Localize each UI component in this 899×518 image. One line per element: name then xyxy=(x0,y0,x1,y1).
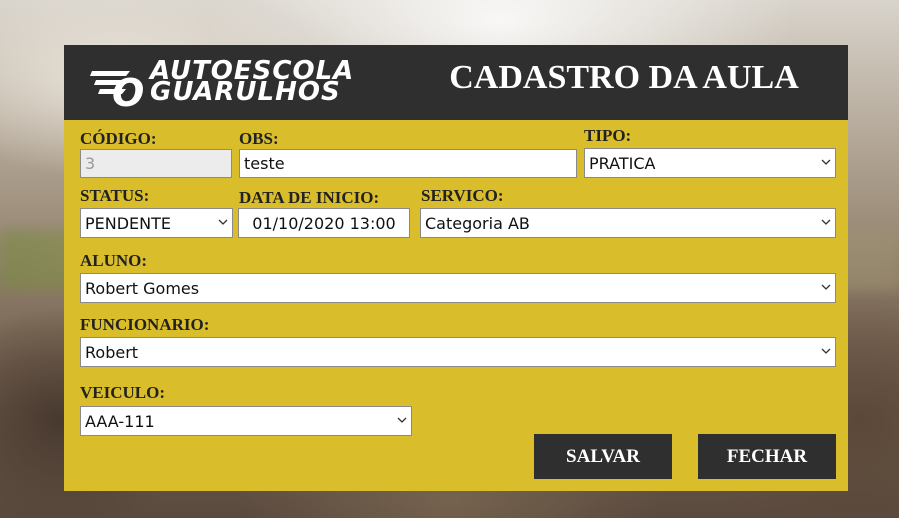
page-title: CADASTRO DA AULA xyxy=(449,59,799,96)
chevron-down-icon xyxy=(821,348,831,354)
funcionario-label: FUNCIONARIO: xyxy=(80,315,210,334)
chevron-down-icon xyxy=(821,284,831,290)
servico-value: Categoria AB xyxy=(425,213,530,233)
obs-label: OBS: xyxy=(239,129,279,148)
tipo-label: TIPO: xyxy=(584,126,632,145)
aluno-select[interactable]: Robert Gomes xyxy=(80,273,836,303)
status-label: STATUS: xyxy=(80,186,150,205)
veiculo-value: AAA-111 xyxy=(85,411,155,431)
servico-select[interactable]: Categoria AB xyxy=(420,208,836,238)
data-inicio-label: DATA DE INICIO: xyxy=(239,188,380,207)
data-inicio-value: 01/10/2020 13:00 xyxy=(252,213,396,233)
close-button[interactable]: FECHAR xyxy=(698,434,836,479)
codigo-field: 3 xyxy=(80,149,232,178)
tipo-select[interactable]: PRATICA xyxy=(584,148,836,178)
funcionario-select[interactable]: Robert xyxy=(80,337,836,367)
chevron-down-icon xyxy=(218,219,228,225)
chevron-down-icon xyxy=(397,417,407,423)
status-select[interactable]: PENDENTE xyxy=(80,208,233,238)
funcionario-value: Robert xyxy=(85,342,139,362)
logo: O AUTOESCOLA GUARULHOS xyxy=(90,55,360,115)
veiculo-label: VEICULO: xyxy=(80,383,166,402)
codigo-label: CÓDIGO: xyxy=(80,129,157,148)
logo-o-mark: O xyxy=(112,71,145,115)
data-inicio-input[interactable]: 01/10/2020 13:00 xyxy=(238,208,410,238)
obs-input[interactable]: teste xyxy=(239,149,577,178)
aluno-label: ALUNO: xyxy=(80,251,148,270)
tipo-value: PRATICA xyxy=(589,153,656,173)
aluno-value: Robert Gomes xyxy=(85,278,200,298)
chevron-down-icon xyxy=(821,219,831,225)
panel-header: O AUTOESCOLA GUARULHOS CADASTRO DA AULA xyxy=(64,45,848,120)
chevron-down-icon xyxy=(821,159,831,165)
obs-value: teste xyxy=(244,154,285,173)
logo-text-line2: GUARULHOS xyxy=(150,77,341,107)
status-value: PENDENTE xyxy=(85,213,172,233)
servico-label: SERVICO: xyxy=(421,186,504,205)
save-button[interactable]: SALVAR xyxy=(534,434,672,479)
lesson-form-panel: O AUTOESCOLA GUARULHOS CADASTRO DA AULA … xyxy=(64,45,848,491)
codigo-value: 3 xyxy=(85,154,96,173)
veiculo-select[interactable]: AAA-111 xyxy=(80,406,412,436)
